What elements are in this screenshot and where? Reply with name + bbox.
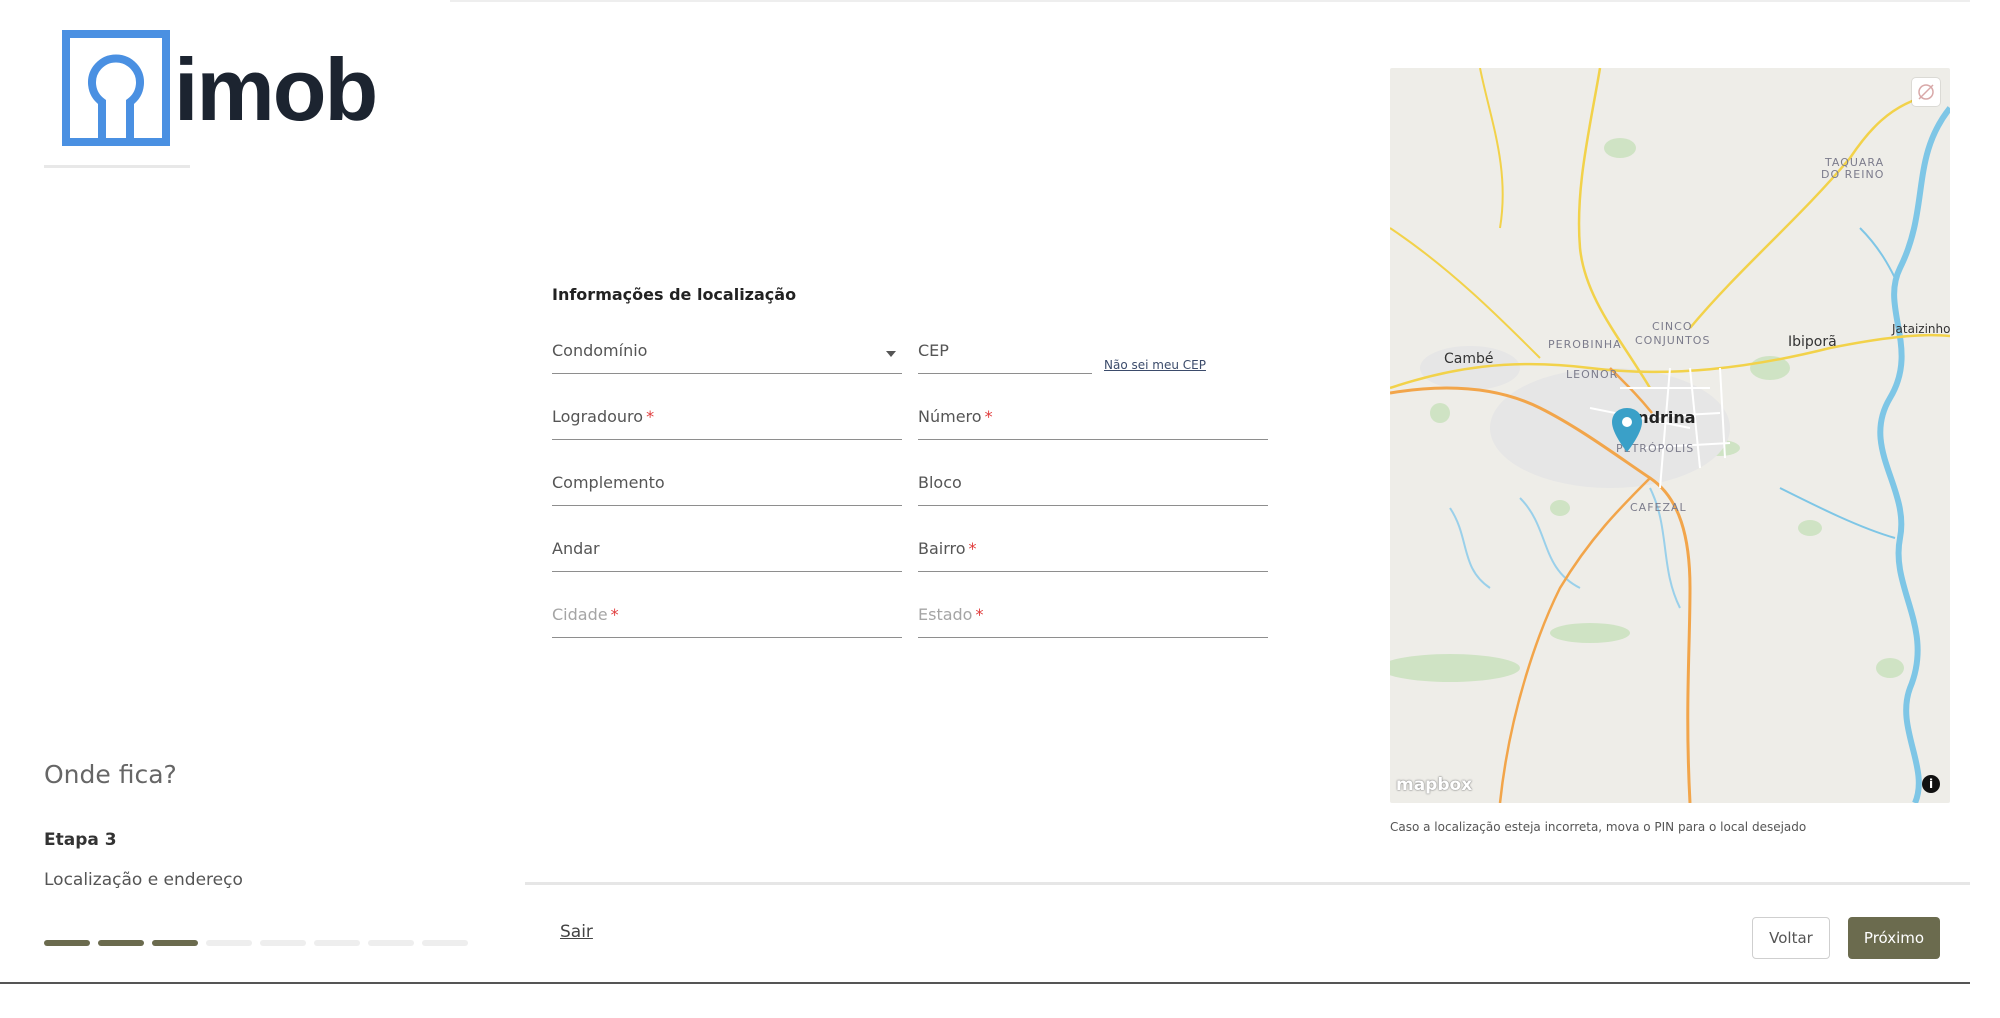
condominio-select[interactable]: Condomínio bbox=[552, 335, 902, 374]
complemento-label: Complemento bbox=[552, 473, 665, 492]
chevron-down-icon[interactable] bbox=[886, 351, 896, 357]
map-label-cafezal: CAFEZAL bbox=[1630, 501, 1687, 514]
info-icon[interactable]: i bbox=[1922, 775, 1940, 793]
map-city-cambe: Cambé bbox=[1444, 351, 1494, 367]
progress-segment bbox=[422, 940, 468, 946]
sidebar-step-description: Localização e endereço bbox=[44, 870, 243, 890]
cep-field[interactable]: CEP bbox=[918, 335, 1092, 374]
bairro-field[interactable]: Bairro * bbox=[918, 533, 1268, 572]
cidade-field[interactable]: Cidade * bbox=[552, 599, 902, 638]
required-marker: * bbox=[610, 605, 619, 624]
cep-help-link[interactable]: Não sei meu CEP bbox=[1104, 358, 1206, 372]
numero-field[interactable]: Número * bbox=[918, 401, 1268, 440]
form-title: Informações de localização bbox=[552, 285, 797, 304]
progress-segment bbox=[314, 940, 360, 946]
bloco-field[interactable]: Bloco bbox=[918, 467, 1268, 506]
complemento-field[interactable]: Complemento bbox=[552, 467, 902, 506]
sidebar-title: Onde fica? bbox=[44, 760, 177, 789]
map-label-perobinha: PEROBINHA bbox=[1548, 338, 1622, 351]
location-map[interactable]: PEROBINHA CINCO CONJUNTOS LEONOR PETRÓPO… bbox=[1390, 68, 1950, 803]
map-style-toggle-button[interactable] bbox=[1912, 78, 1940, 106]
progress-segment bbox=[44, 940, 90, 946]
required-marker: * bbox=[646, 407, 655, 426]
required-marker: * bbox=[984, 407, 993, 426]
logo-underline bbox=[44, 165, 190, 168]
bloco-label: Bloco bbox=[918, 473, 962, 492]
andar-field[interactable]: Andar bbox=[552, 533, 902, 572]
logradouro-field[interactable]: Logradouro * bbox=[552, 401, 902, 440]
eye-off-icon bbox=[1918, 84, 1934, 100]
map-city-ibipora: Ibiporã bbox=[1788, 334, 1837, 350]
bairro-label: Bairro * bbox=[918, 539, 977, 558]
progress-segment bbox=[152, 940, 198, 946]
step-progress bbox=[44, 940, 468, 946]
cep-label: CEP bbox=[918, 341, 949, 360]
footer-divider bbox=[525, 882, 1970, 885]
map-label-leonor: LEONOR bbox=[1566, 368, 1619, 381]
exit-link[interactable]: Sair bbox=[560, 922, 593, 942]
mapbox-logo[interactable]: mapbox bbox=[1396, 775, 1472, 795]
imob-logo: imob bbox=[62, 30, 382, 150]
numero-label: Número * bbox=[918, 407, 993, 426]
logo-text: imob bbox=[174, 40, 378, 139]
estado-field[interactable]: Estado * bbox=[918, 599, 1268, 638]
progress-segment bbox=[260, 940, 306, 946]
top-divider bbox=[450, 0, 1970, 2]
required-marker: * bbox=[968, 539, 977, 558]
map-label-do-reino: DO REINO bbox=[1821, 168, 1885, 181]
sidebar-step: Etapa 3 bbox=[44, 830, 117, 850]
keyhole-logo-icon bbox=[62, 30, 170, 146]
logradouro-label: Logradouro * bbox=[552, 407, 655, 426]
map-caption: Caso a localização esteja incorreta, mov… bbox=[1390, 820, 1807, 834]
progress-segment bbox=[98, 940, 144, 946]
location-pin-icon[interactable] bbox=[1612, 408, 1642, 452]
estado-label: Estado * bbox=[918, 605, 984, 624]
next-button[interactable]: Próximo bbox=[1848, 917, 1940, 959]
back-button[interactable]: Voltar bbox=[1752, 917, 1830, 959]
progress-segment bbox=[206, 940, 252, 946]
andar-label: Andar bbox=[552, 539, 600, 558]
cidade-label: Cidade * bbox=[552, 605, 619, 624]
condominio-label: Condomínio bbox=[552, 341, 648, 360]
required-marker: * bbox=[975, 605, 984, 624]
bottom-divider bbox=[0, 982, 1970, 984]
map-label-conjuntos: CONJUNTOS bbox=[1635, 334, 1711, 347]
progress-segment bbox=[368, 940, 414, 946]
map-city-jataizinho: Jataizinho bbox=[1892, 322, 1950, 336]
map-label-cinco: CINCO bbox=[1652, 320, 1693, 333]
